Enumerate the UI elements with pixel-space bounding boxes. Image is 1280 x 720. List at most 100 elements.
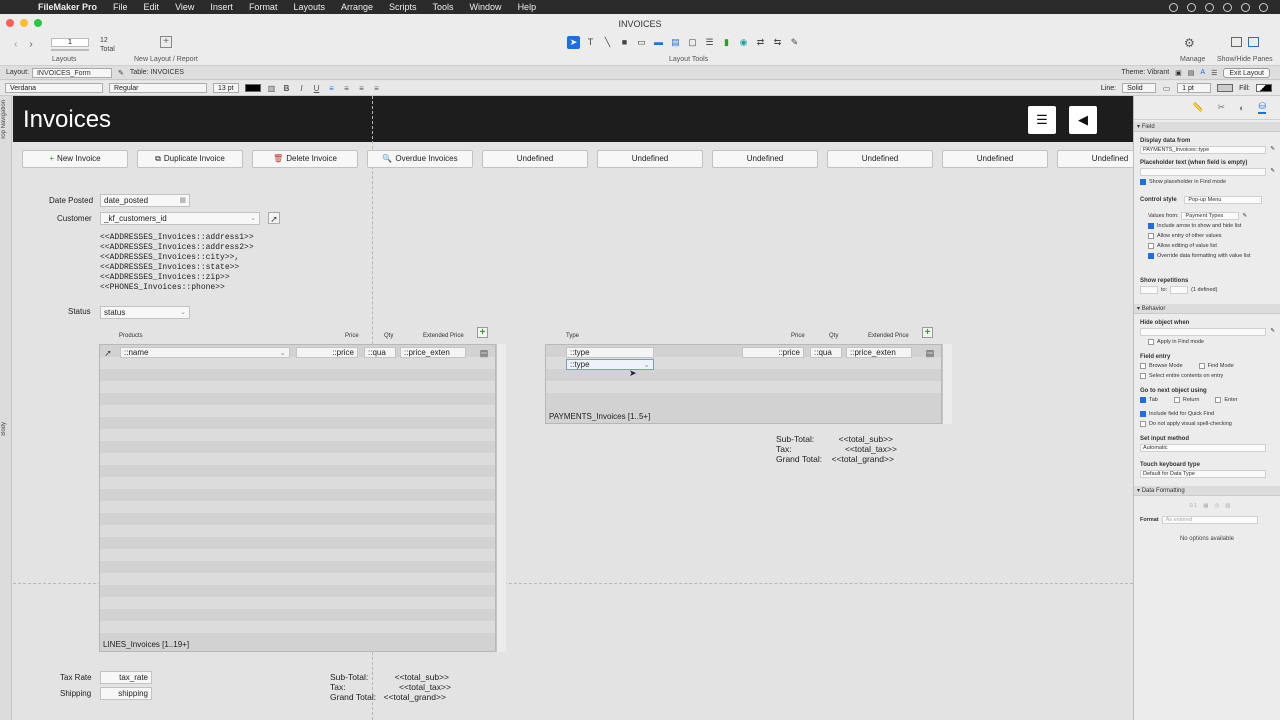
price-field[interactable]: ::price — [296, 347, 358, 358]
align-justify-icon[interactable]: ≡ — [372, 84, 381, 93]
rectangle-tool-icon[interactable]: ■ — [618, 36, 631, 49]
totals-block-right[interactable]: Sub-Total: <<total_sub>> Tax: <<total_ta… — [776, 434, 897, 464]
rep-from-field[interactable] — [1140, 286, 1158, 294]
qty-header[interactable]: Qty — [384, 333, 393, 339]
tab-checkbox[interactable]: Tab — [1134, 396, 1158, 404]
rep-to-field[interactable] — [1170, 286, 1189, 294]
return-checkbox[interactable]: Return — [1168, 396, 1199, 404]
control-center-icon[interactable] — [1241, 2, 1250, 12]
extended-price-header[interactable]: Extended Price — [423, 333, 464, 339]
undefined-button[interactable]: Undefined — [1057, 150, 1133, 168]
top-navigation-part-label[interactable]: Top Navigation — [1, 100, 7, 140]
include-arrow-checkbox[interactable]: Include arrow to show and hide list — [1134, 222, 1280, 230]
menu-scripts[interactable]: Scripts — [381, 2, 425, 12]
allow-editing-checkbox[interactable]: Allow editing of value list — [1134, 242, 1280, 250]
format-dropdown[interactable]: As entered — [1161, 516, 1258, 524]
tax-rate-field[interactable]: tax_rate — [100, 671, 152, 684]
data-formatting-section-header[interactable]: ▾ Data Formatting — [1134, 486, 1280, 496]
popover-tool-icon[interactable]: ▢ — [686, 36, 699, 49]
tax-rate-label[interactable]: Tax Rate — [60, 673, 92, 682]
chevron-left-icon[interactable]: ‹ — [14, 39, 17, 50]
customer-label[interactable]: Customer — [57, 214, 92, 223]
payment-type-field-selected[interactable]: ::type ⌄ — [566, 359, 654, 370]
menu-help[interactable]: Help — [510, 2, 545, 12]
record-status-icon[interactable] — [1169, 2, 1178, 12]
record-number-input[interactable] — [51, 38, 89, 47]
siri-icon[interactable] — [1259, 2, 1268, 12]
menu-insert[interactable]: Insert — [202, 2, 241, 12]
extended-price-field[interactable]: ::price_exten — [400, 347, 466, 358]
italic-icon[interactable]: I — [297, 84, 306, 93]
chevron-right-icon[interactable]: › — [29, 39, 32, 50]
payments-portal[interactable]: ::type ::type ⌄ ::price ::qua ::price_ext… — [545, 344, 942, 424]
payment-qty-header[interactable]: Qty — [829, 333, 838, 339]
line-tool-icon[interactable]: ╲ — [601, 36, 614, 49]
payment-extended-header[interactable]: Extended Price — [868, 333, 909, 339]
user-icon[interactable] — [1187, 2, 1196, 12]
data-tab-icon[interactable]: ⛁ — [1258, 101, 1266, 114]
page-title[interactable]: Invoices — [23, 106, 111, 134]
spell-check-checkbox[interactable]: Do not apply visual spell-checking — [1134, 420, 1280, 428]
bold-icon[interactable]: B — [282, 84, 291, 93]
date-posted-field[interactable]: date_posted ▦ — [100, 194, 190, 207]
slide-control-tool-icon[interactable]: ⇆ — [771, 36, 784, 49]
underline-icon[interactable]: U — [312, 84, 321, 93]
shipping-label[interactable]: Shipping — [60, 689, 91, 698]
menu-file[interactable]: File — [105, 2, 136, 12]
pencil-icon[interactable]: ✎ — [1270, 168, 1275, 174]
edit-layout-icon[interactable]: ✎ — [118, 69, 124, 77]
styles-tab-icon[interactable]: ✂ — [1217, 102, 1225, 113]
body-part-label[interactable]: Body — [1, 422, 7, 436]
delete-line-icon[interactable]: ▤ — [478, 347, 490, 359]
payment-price-field[interactable]: ::price — [742, 347, 804, 358]
allow-entry-checkbox[interactable]: Allow entry of other values — [1134, 232, 1280, 240]
control-style-dropdown[interactable]: Pop-up Menu — [1184, 196, 1263, 204]
address-block[interactable]: <<ADDRESSES_Invoices::address1>> <<ADDRE… — [100, 233, 254, 293]
chart-tool-icon[interactable]: ▮ — [720, 36, 733, 49]
undefined-button[interactable]: Undefined — [827, 150, 933, 168]
pointer-tool-icon[interactable]: ➤ — [567, 36, 580, 49]
back-arrow-icon[interactable]: ◀ — [1069, 106, 1097, 134]
override-format-checkbox[interactable]: Override data formatting with value list — [1134, 252, 1280, 260]
highlight-icon[interactable]: ▥ — [267, 84, 276, 93]
web-viewer-tool-icon[interactable]: ◉ — [737, 36, 750, 49]
input-method-dropdown[interactable]: Automatic — [1140, 444, 1266, 452]
fill-swatch[interactable] — [1256, 84, 1272, 92]
find-mode-checkbox[interactable]: Find Mode — [1193, 362, 1234, 370]
appearance-tab-icon[interactable]: ◐ — [1239, 103, 1244, 113]
theme-icon[interactable]: ▣ — [1175, 69, 1182, 77]
touch-keyboard-dropdown[interactable]: Default for Data Type — [1140, 470, 1266, 478]
menu-window[interactable]: Window — [462, 2, 510, 12]
font-icon[interactable]: A — [1200, 69, 1205, 76]
left-pane-toggle-icon[interactable] — [1231, 37, 1242, 47]
select-entire-checkbox[interactable]: Select entire contents on entry — [1134, 372, 1280, 380]
menu-app-name[interactable]: FileMaker Pro — [30, 2, 105, 12]
field-section-header[interactable]: ▾ Field — [1134, 122, 1280, 132]
tab-control-tool-icon[interactable]: ⇄ — [754, 36, 767, 49]
browse-mode-checkbox[interactable]: Browse Mode — [1134, 362, 1183, 370]
display-data-field[interactable]: PAYMENTS_Invoices::type ✎ — [1140, 146, 1275, 154]
wifi-icon[interactable] — [1205, 2, 1214, 12]
type-header[interactable]: Type — [566, 333, 579, 339]
payment-type-field[interactable]: ::type — [566, 347, 654, 358]
exit-layout-button[interactable]: Exit Layout — [1223, 67, 1270, 78]
pencil-icon[interactable]: ✎ — [1242, 212, 1247, 220]
field-tool-icon[interactable]: ▭ — [635, 36, 648, 49]
line-width-dropdown[interactable]: 1 pt — [1177, 83, 1212, 93]
line-color-icon[interactable]: ▭ — [1162, 84, 1171, 93]
delete-payment-icon[interactable]: ▤ — [924, 347, 936, 359]
products-header[interactable]: Products — [119, 333, 143, 339]
apply-find-checkbox[interactable]: Apply in Find mode — [1134, 338, 1280, 346]
add-line-button[interactable]: + — [477, 327, 488, 338]
search-icon[interactable] — [1223, 2, 1232, 12]
undefined-button[interactable]: Undefined — [597, 150, 703, 168]
size-dropdown[interactable]: 13 pt — [213, 83, 239, 93]
pencil-icon[interactable]: ✎ — [1270, 146, 1275, 152]
hide-object-field[interactable]: ✎ — [1140, 328, 1275, 336]
time-format-icon[interactable]: ◷ — [1214, 502, 1219, 510]
payment-qty-field[interactable]: ::qua — [810, 347, 842, 358]
product-name-field[interactable]: ::name ⌄ — [120, 347, 290, 358]
delete-invoice-button[interactable]: 🗑 Delete Invoice — [252, 150, 358, 168]
menu-layouts[interactable]: Layouts — [285, 2, 333, 12]
payments-portal-scrollbar[interactable] — [942, 344, 952, 424]
